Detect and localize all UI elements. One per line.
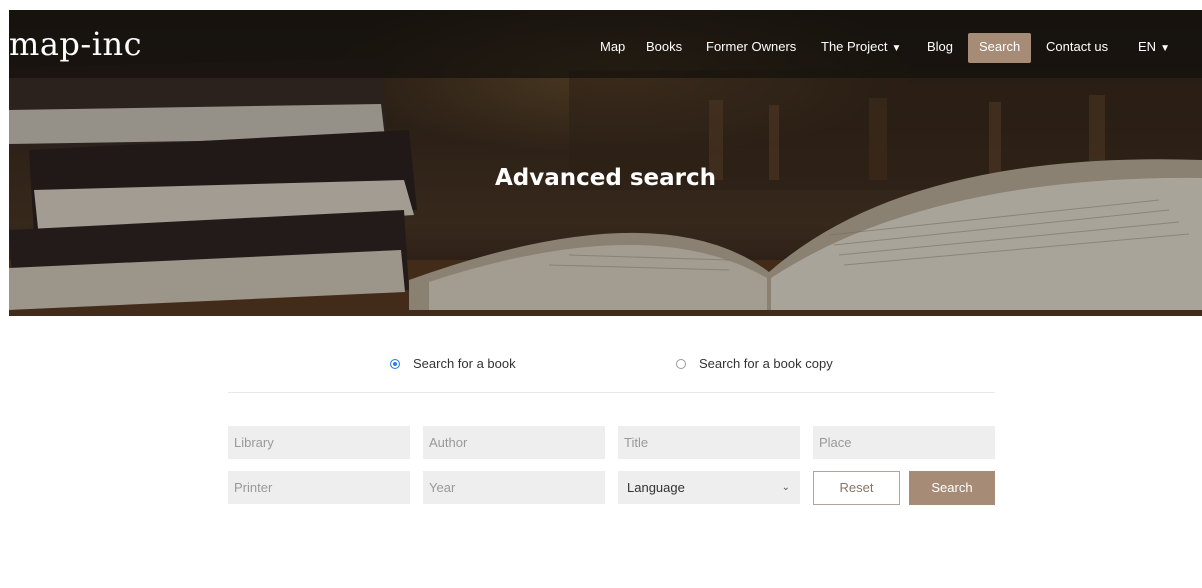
place-input[interactable]: Place — [813, 426, 995, 459]
nav-item-former-owners[interactable]: Former Owners — [706, 33, 796, 63]
year-input[interactable]: Year — [423, 471, 605, 504]
caret-down-icon: ▼ — [891, 43, 902, 54]
radio-search-book-copy-label: Search for a book copy — [699, 356, 833, 371]
nav-item-search[interactable]: Search — [968, 33, 1032, 63]
page-title: Advanced search — [494, 165, 716, 191]
nav-item-language-label: EN — [1138, 39, 1157, 54]
form-divider — [228, 392, 995, 393]
nav-item-the-project[interactable]: The Project ▼ — [821, 33, 901, 63]
nav-item-the-project-label: The Project — [821, 39, 888, 54]
author-input[interactable]: Author — [423, 426, 605, 459]
language-select[interactable]: Language ⌄ — [618, 471, 800, 504]
chevron-down-icon: ⌄ — [781, 482, 790, 493]
nav-item-contact-us[interactable]: Contact us — [1046, 33, 1108, 63]
language-select-value: Language — [627, 480, 685, 495]
radio-search-book[interactable]: Search for a book — [390, 356, 516, 371]
search-button[interactable]: Search — [909, 471, 995, 505]
radio-search-book-copy[interactable]: Search for a book copy — [676, 356, 833, 371]
nav-item-blog[interactable]: Blog — [927, 33, 953, 63]
hero-banner: map-inc Map Books Former Owners The Proj… — [9, 10, 1202, 316]
search-mode-selector: Search for a book Search for a book copy — [228, 350, 995, 380]
caret-down-icon: ▼ — [1160, 43, 1170, 54]
top-navbar: map-inc Map Books Former Owners The Proj… — [9, 10, 1202, 78]
nav-item-books[interactable]: Books — [646, 33, 682, 63]
printer-input[interactable]: Printer — [228, 471, 410, 504]
radio-search-book-label: Search for a book — [413, 356, 516, 371]
library-input[interactable]: Library — [228, 426, 410, 459]
radio-unchecked-icon[interactable] — [676, 358, 686, 369]
radio-checked-icon[interactable] — [390, 358, 400, 369]
nav-item-map[interactable]: Map — [600, 33, 625, 63]
site-logo[interactable]: map-inc — [9, 26, 142, 62]
reset-button[interactable]: Reset — [813, 471, 900, 505]
nav-item-language[interactable]: EN ▼ — [1138, 33, 1170, 63]
title-input[interactable]: Title — [618, 426, 800, 459]
